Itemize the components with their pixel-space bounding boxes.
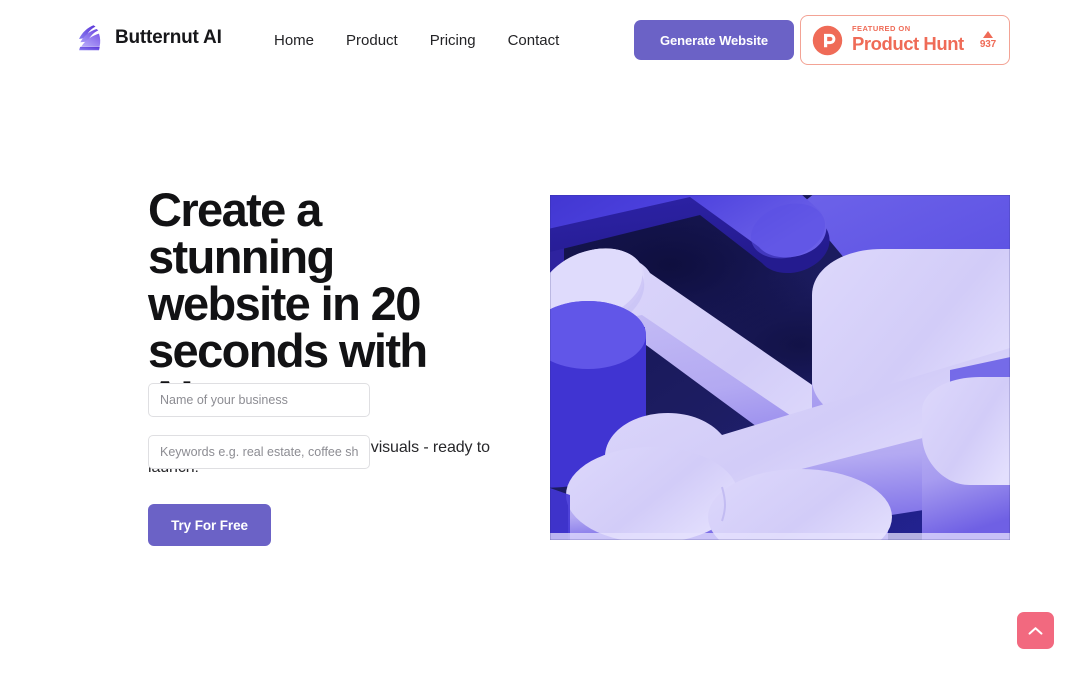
try-for-free-button[interactable]: Try For Free	[148, 504, 271, 546]
product-hunt-text-block: FEATURED ON Product Hunt	[852, 24, 964, 55]
generate-website-button[interactable]: Generate Website	[634, 20, 794, 60]
product-hunt-featured-label: FEATURED ON	[852, 24, 911, 34]
scroll-to-top-button[interactable]	[1017, 612, 1054, 649]
caret-up-icon	[982, 30, 993, 38]
business-name-input[interactable]	[148, 383, 370, 417]
hero-copy-section: Create a stunning website in 20 seconds …	[148, 186, 528, 546]
abstract-3d-capsules-illustration	[550, 195, 1010, 540]
landing-page: Butternut AI Home Product Pricing Contac…	[0, 0, 1080, 675]
brand-name: Butternut AI	[115, 27, 222, 48]
nav-item-product[interactable]: Product	[346, 30, 398, 51]
capsule-bar-5-bottom-right	[922, 377, 1010, 540]
keywords-input[interactable]	[148, 435, 370, 469]
main-navigation: Home Product Pricing Contact	[274, 30, 559, 51]
nav-item-contact[interactable]: Contact	[508, 30, 560, 51]
product-hunt-name: Product Hunt	[852, 33, 964, 55]
nav-item-home[interactable]: Home	[274, 30, 314, 51]
product-hunt-vote-block: 937	[979, 30, 998, 50]
product-hunt-vote-count: 937	[979, 38, 996, 50]
chevron-up-icon	[1028, 626, 1043, 635]
brand-logo-link[interactable]: Butternut AI	[74, 22, 222, 54]
hero-image	[550, 195, 1010, 540]
butternut-swirl-logo-icon	[79, 25, 101, 51]
product-hunt-logo-icon	[812, 25, 843, 55]
product-hunt-badge[interactable]: FEATURED ON Product Hunt 937	[800, 15, 1010, 65]
nav-item-pricing[interactable]: Pricing	[430, 30, 476, 51]
floor-strip	[550, 533, 1010, 540]
site-header: Butternut AI Home Product Pricing Contac…	[0, 0, 1080, 80]
